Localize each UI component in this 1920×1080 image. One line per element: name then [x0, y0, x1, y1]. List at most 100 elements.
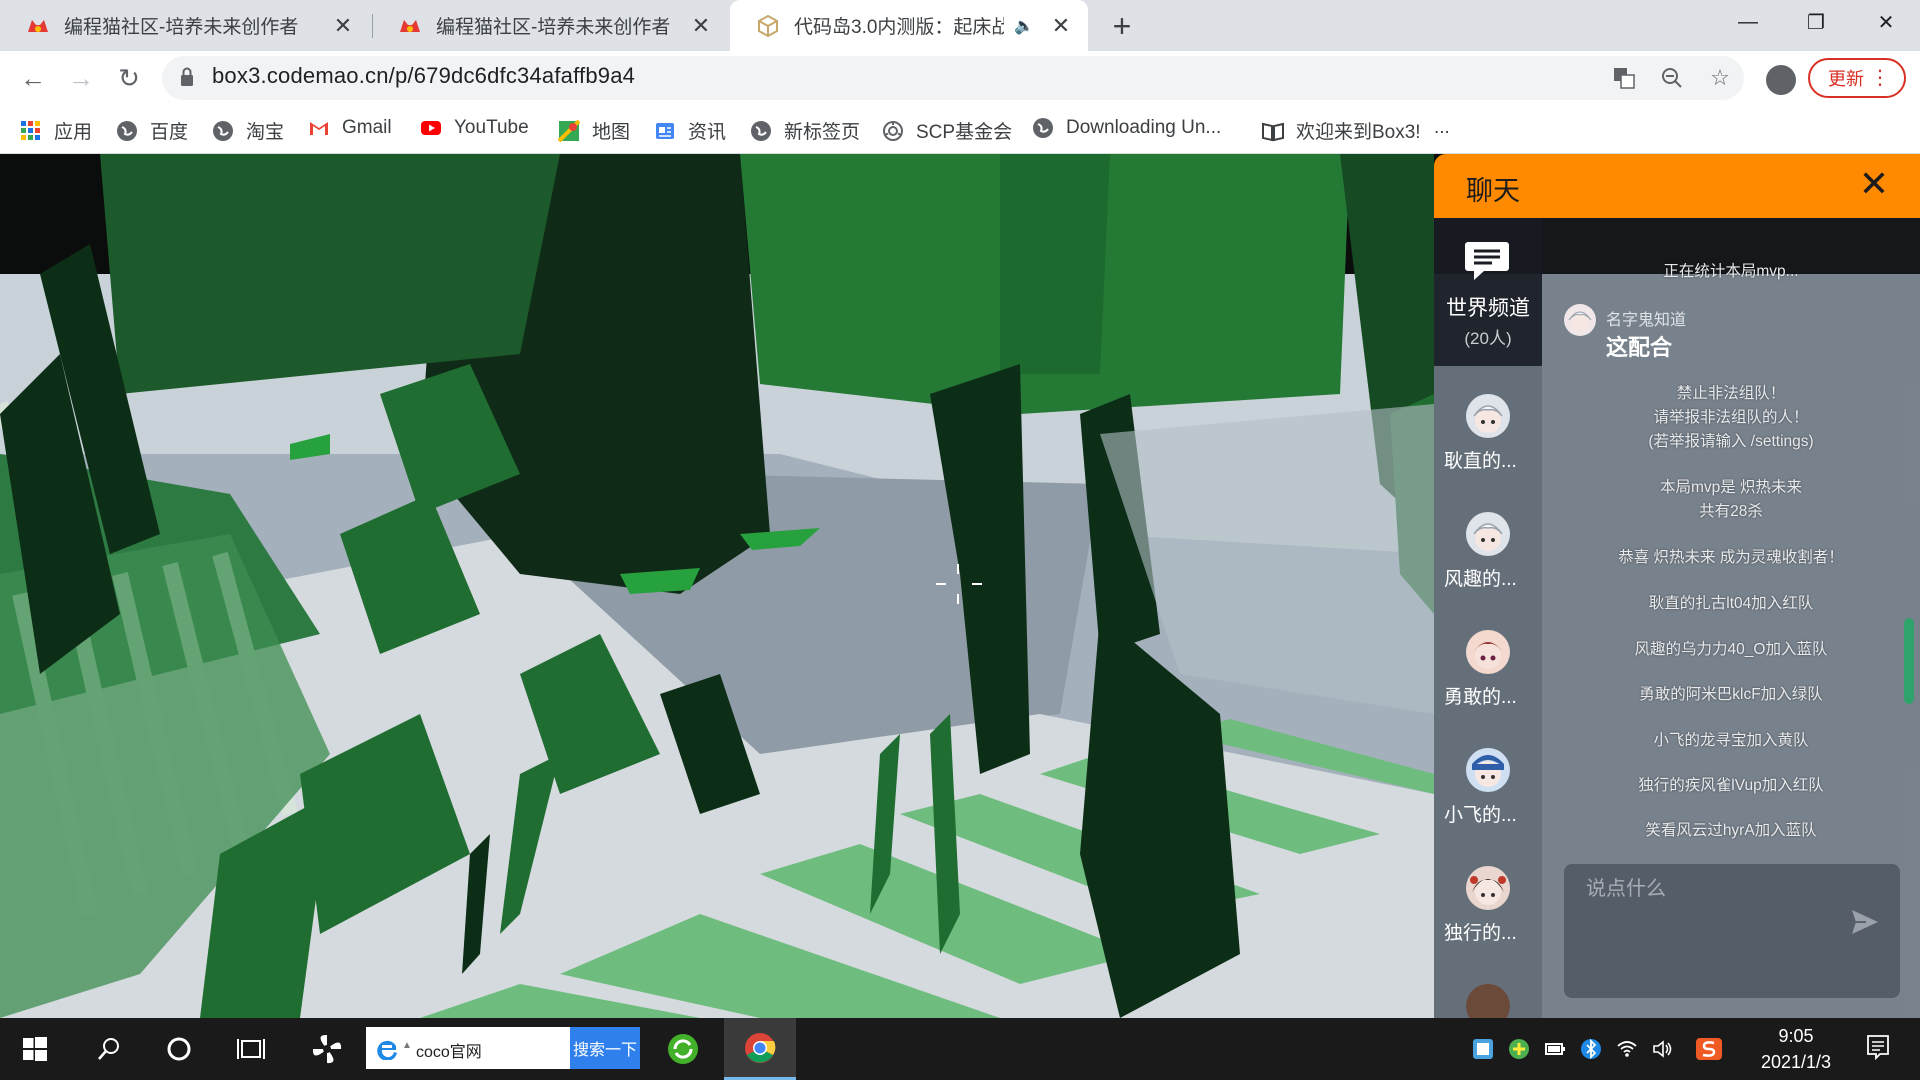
wifi-icon[interactable] [1616, 1038, 1638, 1060]
bluetooth-icon[interactable] [1580, 1038, 1602, 1060]
bookmark-label: 欢迎来到Box3! [1296, 122, 1421, 143]
taskbar-search-box[interactable]: ▲ coco官网 [366, 1027, 570, 1069]
tab-strip: 编程猫社区-培养未来创作者 ✕ 编程猫社区-培养未来创作者 ✕ 代码岛3.0内测… [0, 0, 1920, 51]
bookmark-box3[interactable]: 欢迎来到Box3! [1262, 117, 1421, 144]
system-message-congrats: 恭喜 炽热未来 成为灵魂收割者！ [1618, 549, 1844, 566]
member-name: 独行的... [1444, 923, 1517, 944]
send-icon[interactable] [1850, 908, 1880, 936]
restore-button[interactable]: ❐ [1782, 0, 1850, 44]
member-item-partial[interactable] [1434, 978, 1542, 1018]
system-message-join: 勇敢的阿米巴klcF加入绿队 [1639, 686, 1823, 703]
codemao-favicon-icon [28, 19, 48, 32]
reload-icon[interactable]: ↻ [112, 61, 146, 95]
chat-bubble-icon [1465, 242, 1509, 280]
system-message-join: 小飞的龙寻宝加入黄队 [1653, 732, 1809, 749]
chat-channel-sidebar: 世界频道 (20人) 耿直的... 风趣的... 勇敢的... 小飞的... 独… [1434, 218, 1542, 1018]
close-window-button[interactable]: ✕ [1852, 0, 1920, 44]
lock-icon [181, 67, 193, 86]
globe-icon [1033, 118, 1053, 138]
notification-center-icon[interactable] [1866, 1034, 1890, 1060]
tab-codemao-2[interactable]: 编程猫社区-培养未来创作者 ✕ [372, 0, 728, 51]
member-name: 勇敢的... [1444, 687, 1517, 708]
chat-header: 聊天 ✕ [1434, 154, 1920, 218]
chat-input-box[interactable] [1564, 864, 1900, 998]
chat-close-icon[interactable]: ✕ [1854, 164, 1894, 204]
taskbar-search-text: coco官网 [416, 1044, 482, 1061]
member-item[interactable]: 耿直的... [1434, 388, 1542, 506]
tab-codemao-1[interactable]: 编程猫社区-培养未来创作者 ✕ [0, 0, 370, 51]
channel-name: 世界频道 [1446, 297, 1530, 320]
bookmark-new-tab[interactable]: 新标签页 [750, 117, 860, 144]
chat-scrollbar[interactable] [1904, 618, 1914, 704]
url-text[interactable]: box3.codemao.cn/p/679dc6dfc34afaffb9a4 [212, 63, 635, 89]
bookmark-scp[interactable]: SCP基金会 [882, 117, 1012, 144]
tab-title: 编程猫社区-培养未来创作者 [64, 17, 299, 38]
tab-title: 编程猫社区-培养未来创作者 [436, 17, 671, 38]
member-item[interactable]: 小飞的... [1434, 742, 1542, 860]
scene-canopy-center [1000, 154, 1110, 374]
book-icon [1262, 122, 1284, 141]
chrome-taskbar-icon[interactable] [724, 1018, 796, 1080]
windows-start-icon[interactable] [2, 1018, 68, 1080]
bookmark-news[interactable]: 资讯 [654, 117, 726, 144]
bookmark-apps[interactable]: 应用 [20, 117, 92, 144]
system-message-ban-3: (若举报请输入 /settings) [1648, 433, 1814, 450]
tab-close-icon[interactable]: ✕ [688, 13, 714, 39]
globe-icon [751, 120, 771, 141]
chat-input[interactable] [1564, 864, 1834, 914]
gmail-icon [310, 122, 328, 135]
bookmark-youtube[interactable]: YouTube [420, 117, 529, 139]
member-avatar [1466, 984, 1510, 1018]
member-name: 风趣的... [1444, 569, 1517, 590]
update-button[interactable]: 更新 ⋮ [1808, 58, 1906, 98]
tray-battery-icon[interactable] [1544, 1038, 1566, 1060]
pinwheel-app-icon[interactable] [294, 1018, 360, 1080]
bookmark-downloading[interactable]: Downloading Un... [1032, 117, 1221, 139]
bookmark-more[interactable]: ... [1434, 117, 1450, 139]
dropdown-caret-icon: ▲ [402, 1040, 412, 1051]
speaker-icon[interactable]: 🔈 [1014, 16, 1034, 36]
bookmark-maps[interactable]: 地图 [558, 117, 630, 144]
system-message-mvp-1: 本局mvp是 炽热未来 [1659, 479, 1803, 496]
search-icon[interactable] [76, 1018, 142, 1080]
clock-date[interactable]: 2021/1/3 [1746, 1052, 1846, 1073]
tray-app-icon[interactable] [1472, 1038, 1494, 1060]
tab-title: 代码岛3.0内测版：起床战争 [794, 17, 1005, 38]
member-avatar [1466, 394, 1510, 438]
back-arrow-icon[interactable]: ← [16, 61, 50, 95]
sogou-ime-icon[interactable] [1696, 1038, 1722, 1060]
bookmark-taobao[interactable]: 淘宝 [212, 117, 284, 144]
minimize-button[interactable]: — [1714, 0, 1782, 44]
tray-plus-icon[interactable] [1508, 1038, 1530, 1060]
tab-close-icon[interactable]: ✕ [1048, 13, 1074, 39]
member-item[interactable]: 风趣的... [1434, 506, 1542, 624]
user-message-name: 名字鬼知道 [1606, 312, 1687, 329]
profile-avatar-icon[interactable] [1766, 65, 1796, 95]
zoom-icon[interactable] [1658, 64, 1686, 92]
system-message-join: 耿直的扎古lt04加入红队 [1648, 595, 1814, 612]
user-avatar [1564, 304, 1596, 336]
taskbar-search-button[interactable]: 搜索一下 [570, 1027, 640, 1069]
channel-world[interactable]: 世界频道 (20人) [1434, 218, 1542, 366]
globe-icon [213, 120, 233, 141]
forward-arrow-icon[interactable]: → [64, 61, 98, 95]
new-tab-button[interactable]: + [1104, 8, 1140, 45]
bookmark-label: 百度 [150, 122, 189, 143]
ie-icon [377, 1040, 397, 1060]
tab-close-icon[interactable]: ✕ [330, 13, 356, 39]
bookmark-gmail[interactable]: Gmail [308, 117, 392, 139]
translate-icon[interactable] [1610, 64, 1638, 92]
volume-icon[interactable] [1652, 1038, 1674, 1060]
chat-title: 聊天 [1466, 176, 1520, 206]
bookmark-baidu[interactable]: 百度 [116, 117, 188, 144]
cortana-icon[interactable] [146, 1018, 212, 1080]
green-refresh-app-icon[interactable] [650, 1018, 716, 1080]
member-item[interactable]: 独行的... [1434, 860, 1542, 978]
tab-box3-game[interactable]: 代码岛3.0内测版：起床战争 🔈 ✕ [730, 0, 1088, 51]
bookmark-label: 地图 [592, 122, 631, 143]
member-item[interactable]: 勇敢的... [1434, 624, 1542, 742]
clock-time[interactable]: 9:05 [1756, 1026, 1836, 1047]
task-view-icon[interactable] [218, 1018, 284, 1080]
bookmark-star-icon[interactable]: ☆ [1706, 64, 1734, 92]
system-message-stat: 正在统计本局mvp... [1663, 263, 1799, 280]
